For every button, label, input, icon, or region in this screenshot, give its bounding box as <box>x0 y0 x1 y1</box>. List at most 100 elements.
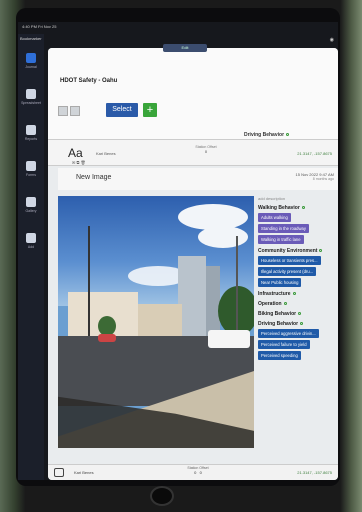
nav-item-forms[interactable]: Forms <box>18 151 44 187</box>
list-view-icon[interactable] <box>58 106 68 116</box>
image-relative-time: 8 months ago <box>312 177 334 181</box>
journal-card: HDOT Safety - Oahu Select + Driving Beha… <box>48 48 338 480</box>
station-value: 0 <box>194 470 197 475</box>
status-dot-icon <box>292 292 296 296</box>
category-label: Driving Behavior <box>258 321 299 327</box>
gallery-icon <box>26 197 36 207</box>
footer-author: Kari Benes <box>74 470 94 475</box>
low-building <box>138 304 182 336</box>
tag-chip[interactable]: Perceived failure to yield <box>258 340 310 349</box>
tag-chip[interactable]: Perceived aggressive drivin... <box>258 329 319 338</box>
nav-item-spreadsheet[interactable]: Spreadsheet <box>18 79 44 115</box>
top-right-icons: ◉ <box>330 37 334 43</box>
category-driving-behavior: Driving Behavior <box>258 321 336 327</box>
add-button[interactable]: + <box>143 103 157 117</box>
category-label: Infrastructure <box>258 291 291 297</box>
status-dot-icon <box>300 322 304 326</box>
select-button[interactable]: Select <box>106 103 138 117</box>
footer-station-offset: Station Offset 0 0 <box>178 466 218 475</box>
footer-coords[interactable]: 21.3147, -157.8675 <box>297 470 332 475</box>
tag-chip[interactable]: Standing in the roadway <box>258 224 309 233</box>
map-icon <box>26 53 36 63</box>
tag-panel: add description Walking Behavior Adults … <box>258 196 336 466</box>
offset-value: 0 <box>199 470 202 475</box>
image-date: 15 Nov 2022 9:47 AM 8 months ago <box>296 172 334 181</box>
app-brand: Bookmarker <box>20 36 42 41</box>
description-placeholder[interactable]: add description <box>258 196 336 201</box>
nav-item-label: Reports <box>24 137 38 141</box>
record-footer: Kari Benes Station Offset 0 0 21.3147, -… <box>48 464 338 480</box>
station-value: 0 <box>204 149 208 154</box>
station-offset: Station Offset 0 <box>190 145 222 154</box>
page-title: HDOT Safety - Oahu <box>60 78 118 84</box>
status-time: 4:40 PM Fri Nov 25 <box>22 24 57 29</box>
station-offset-values: 0 0 <box>178 470 218 475</box>
profile-icon[interactable]: ◉ <box>330 37 334 43</box>
category-operation: Operation <box>258 301 336 307</box>
copy-icon[interactable]: ⧉ <box>76 160 79 165</box>
mail-icon[interactable]: ✉ <box>72 160 75 165</box>
report-icon <box>26 125 36 135</box>
nav-item-label: Spreadsheet <box>21 101 41 105</box>
red-car <box>98 334 116 342</box>
text-type-icon: Aa <box>68 146 83 160</box>
driving-behavior-heading: Driving Behavior <box>244 132 290 138</box>
status-dot-icon <box>283 302 287 306</box>
heading-label: Driving Behavior <box>244 132 285 138</box>
category-label: Walking Behavior <box>258 205 300 211</box>
tower-building <box>178 256 206 336</box>
nav-rail: Bookmarker Journal Spreadsheet Reports F… <box>18 34 44 480</box>
category-walking-behavior: Walking Behavior <box>258 205 336 211</box>
grid-view-icon[interactable] <box>70 106 80 116</box>
tag-chip[interactable]: Houseless or transients pres... <box>258 256 321 265</box>
camera-icon[interactable] <box>54 468 64 477</box>
nav-item-label: Journal <box>25 65 37 69</box>
tower-building <box>206 266 220 336</box>
nav-item-label: Gallery <box>25 209 37 213</box>
category-label: Biking Behavior <box>258 311 297 317</box>
view-toggles <box>58 106 80 116</box>
nav-item-label: Forms <box>26 173 36 177</box>
status-dot-icon <box>298 312 302 316</box>
trash-icon[interactable]: 🗑 <box>80 160 85 165</box>
nav-item-add[interactable]: Add <box>18 223 44 259</box>
tag-chip[interactable]: Walking in traffic lane <box>258 235 304 244</box>
image-record-header[interactable]: New Image 15 Nov 2022 9:47 AM 8 months a… <box>58 168 338 190</box>
nav-item-journal[interactable]: Journal <box>18 43 44 79</box>
status-bar: 4:40 PM Fri Nov 25 <box>18 22 338 32</box>
offset-label: Offset <box>207 145 217 149</box>
record-actions: ✉ ⧉ 🗑 <box>72 160 86 165</box>
white-car <box>208 330 250 348</box>
tag-chip[interactable]: Perceived speeding <box>258 351 301 360</box>
tablet-home-button <box>150 486 174 506</box>
category-label: Community Environment <box>258 248 318 254</box>
cloud <box>198 226 248 248</box>
nav-item-reports[interactable]: Reports <box>18 115 44 151</box>
form-icon <box>26 161 36 171</box>
status-dot-icon <box>286 133 290 137</box>
nav-item-gallery[interactable]: Gallery <box>18 187 44 223</box>
category-infrastructure: Infrastructure <box>258 291 336 297</box>
category-biking-behavior: Biking Behavior <box>258 311 336 317</box>
nav-item-label: Add <box>27 245 35 249</box>
tag-chip[interactable]: Illegal activity present (dru... <box>258 267 317 276</box>
card-header: HDOT Safety - Oahu Select + Driving Beha… <box>48 48 338 140</box>
plus-icon <box>26 233 36 243</box>
record-author: Kari Benes <box>96 151 116 156</box>
category-label: Operation <box>258 301 282 307</box>
status-dot-icon <box>301 206 305 210</box>
category-community-environment: Community Environment <box>258 248 336 254</box>
image-title: New Image <box>76 174 112 181</box>
tag-chip[interactable]: Adults walking <box>258 213 291 222</box>
street-photo[interactable] <box>58 196 254 448</box>
status-dot-icon <box>319 249 323 253</box>
grid-icon <box>26 89 36 99</box>
text-record-row[interactable]: Aa Kari Benes Station Offset 0 21.3147, … <box>48 140 338 166</box>
utility-pole <box>88 226 90 336</box>
record-coords[interactable]: 21.3147, -157.8675 <box>297 151 332 156</box>
drawer-handle[interactable]: Edit <box>163 44 207 52</box>
street-light <box>236 236 238 336</box>
tag-chip[interactable]: Near Public housing <box>258 278 302 287</box>
app-screen: 4:40 PM Fri Nov 25 Bookmarker Journal Sp… <box>18 22 338 480</box>
tree <box>98 316 116 336</box>
